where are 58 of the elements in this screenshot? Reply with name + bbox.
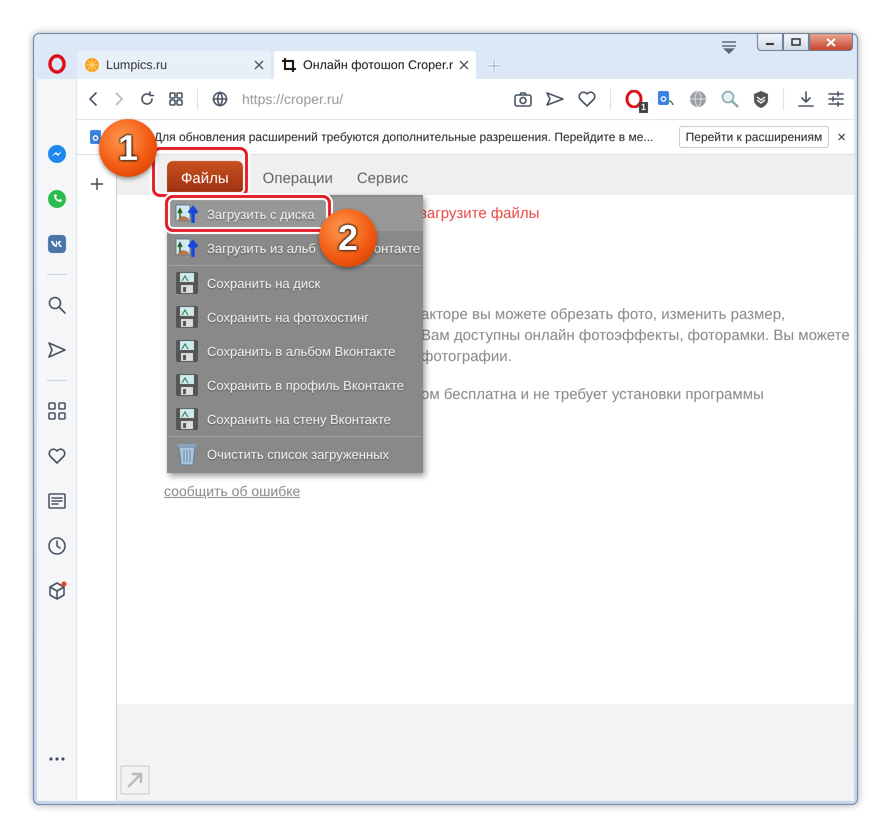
maximize-button[interactable]: [783, 33, 809, 51]
close-button[interactable]: [809, 33, 853, 51]
menu-item[interactable]: Сохранить на стену Вконтакте: [167, 402, 423, 436]
upload-picture-icon: [175, 236, 199, 260]
crop-icon: [281, 57, 297, 73]
o-logo-icon[interactable]: [48, 54, 66, 74]
nav-tab[interactable]: Сервис: [344, 161, 420, 195]
close-button[interactable]: ×: [833, 128, 850, 146]
download-icon[interactable]: [798, 91, 814, 107]
nav-tab[interactable]: Файлы: [167, 161, 243, 195]
send-icon[interactable]: [546, 91, 564, 107]
browser-tab[interactable]: Lumpics.ru: [77, 51, 271, 79]
grid-icon[interactable]: [169, 92, 183, 106]
settings-icon[interactable]: [828, 91, 844, 107]
reload-icon[interactable]: [139, 91, 155, 107]
report-link[interactable]: сообщить об ошибке: [164, 483, 300, 499]
heart-icon[interactable]: [578, 91, 596, 107]
shield-icon[interactable]: [753, 90, 769, 108]
o-shield-icon[interactable]: [625, 90, 643, 108]
heart-icon[interactable]: [46, 446, 66, 466]
save-picture-icon: [175, 373, 199, 397]
translate-icon[interactable]: [657, 90, 675, 108]
close-icon[interactable]: [459, 60, 470, 70]
news-icon[interactable]: [46, 490, 66, 510]
menu-item[interactable]: Сохранить в профиль Вконтакте: [167, 368, 423, 402]
menu-icon[interactable]: [721, 40, 737, 54]
cube-icon[interactable]: [46, 580, 66, 600]
upload-picture-icon: [175, 202, 199, 226]
camera-icon[interactable]: [514, 91, 532, 107]
menu-item[interactable]: Сохранить на диск: [167, 266, 423, 300]
save-picture-icon: [175, 305, 199, 329]
address-field[interactable]: https://croper.ru/: [242, 91, 500, 107]
extensions-button[interactable]: Перейти к расширениям: [678, 126, 830, 148]
globe-icon[interactable]: [212, 91, 228, 107]
search-icon[interactable]: [46, 294, 66, 314]
menu-item[interactable]: Сохранить в альбом Вконтакте: [167, 334, 423, 368]
back-icon[interactable]: [87, 91, 99, 107]
minimize-button[interactable]: [757, 33, 783, 51]
close-icon: [826, 38, 836, 46]
maximize-icon: [791, 38, 801, 46]
more-icon[interactable]: [46, 756, 66, 762]
browser-tab[interactable]: Онлайн фотошоп Croper.r: [274, 51, 476, 79]
save-picture-icon: [175, 407, 199, 431]
close-icon[interactable]: [254, 60, 264, 70]
save-picture-icon: [175, 271, 199, 295]
vk-icon[interactable]: [46, 234, 66, 254]
clear-picture-icon: [175, 442, 199, 466]
clock-icon[interactable]: [46, 536, 66, 556]
menu-item[interactable]: Очистить список загруженных: [167, 437, 423, 471]
plus-icon[interactable]: [90, 177, 104, 191]
citrus-slice-icon: [84, 57, 100, 73]
send-icon[interactable]: [46, 340, 66, 360]
count-badge: 1: [638, 102, 648, 113]
messenger-icon[interactable]: [46, 144, 66, 164]
save-picture-icon: [175, 339, 199, 363]
nav-tab[interactable]: Операции: [250, 161, 345, 195]
grid-icon[interactable]: [46, 400, 66, 420]
menu-item[interactable]: Сохранить на фотохостинг: [167, 300, 423, 334]
